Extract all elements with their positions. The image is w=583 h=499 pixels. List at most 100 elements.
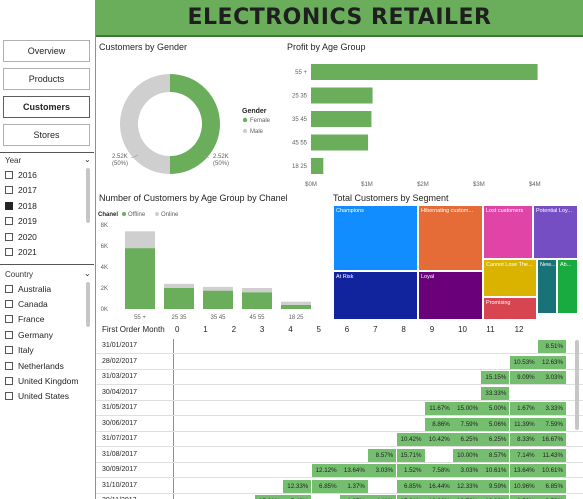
checkbox[interactable] bbox=[5, 330, 13, 339]
channel-bar-online-35-45[interactable] bbox=[203, 286, 233, 291]
matrix-cell[interactable]: 8.86% bbox=[424, 417, 453, 431]
checkbox[interactable] bbox=[5, 186, 13, 194]
treemap-cell-hibernating-custom[interactable]: Hibernating custom... bbox=[418, 205, 483, 271]
checkbox[interactable] bbox=[5, 201, 13, 210]
legend-label-offline[interactable]: Offline bbox=[128, 212, 146, 218]
matrix-cell[interactable]: 10.96% bbox=[481, 495, 510, 499]
channel-bar-online-18-25[interactable] bbox=[281, 301, 311, 305]
matrix-cell[interactable]: 12.63% bbox=[538, 355, 566, 369]
matrix-cell[interactable]: 1.37% bbox=[339, 479, 368, 493]
country-option-germany[interactable]: Germany bbox=[5, 328, 53, 341]
matrix-cell[interactable]: 11.67% bbox=[424, 402, 453, 415]
matrix-cell[interactable]: 15.15% bbox=[481, 371, 510, 384]
year-option-2020[interactable]: 2020 bbox=[5, 230, 37, 243]
matrix-cell[interactable]: 10.00% bbox=[453, 448, 482, 462]
matrix-cell[interactable]: 9.59% bbox=[509, 495, 538, 499]
channel-bar-online-55+[interactable] bbox=[125, 231, 155, 249]
matrix-cell[interactable]: 7.14% bbox=[509, 448, 538, 462]
nav-button-products[interactable]: Products bbox=[3, 68, 90, 90]
matrix-cell[interactable]: 10.61% bbox=[538, 464, 566, 477]
matrix-cell[interactable]: 6.85% bbox=[311, 479, 340, 493]
year-option-2018[interactable]: 2018 bbox=[5, 199, 37, 212]
matrix-cell[interactable]: 7.59% bbox=[538, 417, 566, 431]
matrix-cell[interactable]: 8.51% bbox=[538, 340, 566, 353]
profit-bar-35-45[interactable] bbox=[311, 111, 372, 127]
matrix-cell[interactable]: 3.03% bbox=[453, 464, 482, 477]
matrix-cell[interactable]: 13.70% bbox=[453, 495, 482, 499]
chevron-down-icon[interactable]: ⌄ bbox=[84, 269, 91, 278]
matrix-cell[interactable]: 5.00% bbox=[481, 402, 510, 415]
matrix-cell[interactable]: 3.03% bbox=[368, 464, 397, 477]
matrix-cell[interactable]: 7.58% bbox=[424, 464, 453, 477]
matrix-cell[interactable]: 16.44% bbox=[424, 479, 453, 493]
profit-bar-25-35[interactable] bbox=[311, 87, 373, 104]
matrix-cell[interactable]: 9.59% bbox=[481, 479, 510, 493]
year-option-2016[interactable]: 2016 bbox=[5, 168, 37, 181]
nav-button-overview[interactable]: Overview bbox=[3, 40, 90, 62]
legend-label-male[interactable]: Male bbox=[250, 129, 264, 135]
profit-bar-55+[interactable] bbox=[311, 64, 538, 80]
matrix-cell[interactable]: 6.85% bbox=[396, 479, 425, 493]
checkbox[interactable] bbox=[5, 170, 13, 179]
profit-bar-18-25[interactable] bbox=[311, 158, 324, 174]
matrix-cell[interactable]: 7.59% bbox=[453, 417, 482, 431]
year-option-2021[interactable]: 2021 bbox=[5, 246, 37, 259]
checkbox[interactable] bbox=[5, 217, 13, 225]
matrix-cell[interactable]: 15.00% bbox=[453, 402, 482, 415]
country-option-united-states[interactable]: United States bbox=[5, 390, 69, 403]
legend-label-online[interactable]: Online bbox=[161, 212, 179, 218]
treemap-cell-new[interactable]: New... bbox=[537, 259, 557, 314]
channel-bar-online-25-35[interactable] bbox=[164, 283, 194, 288]
matrix-cell[interactable]: 1.37% bbox=[339, 495, 368, 499]
matrix-cell[interactable]: 6.25% bbox=[453, 433, 482, 446]
profit-bar-45-55[interactable] bbox=[311, 134, 369, 151]
year-option-2019[interactable]: 2019 bbox=[5, 215, 37, 228]
treemap-cell-loyal[interactable]: Loyal bbox=[418, 271, 483, 320]
matrix-cell[interactable]: 5.48% bbox=[283, 495, 312, 499]
matrix-cell[interactable]: 3.33% bbox=[538, 402, 566, 415]
checkbox[interactable] bbox=[5, 315, 13, 324]
matrix-cell[interactable]: 10.42% bbox=[396, 433, 425, 446]
year-slicer-scrollbar[interactable] bbox=[86, 168, 90, 223]
treemap-cell-lost-customers[interactable]: Lost customers bbox=[483, 205, 533, 259]
country-option-netherlands[interactable]: Netherlands bbox=[5, 359, 64, 372]
treemap-cell-promising[interactable]: Promising bbox=[483, 297, 537, 320]
legend-label-female[interactable]: Female bbox=[250, 118, 271, 124]
country-option-italy[interactable]: Italy bbox=[5, 344, 34, 357]
checkbox[interactable] bbox=[5, 284, 13, 293]
matrix-scrollbar[interactable] bbox=[575, 340, 579, 430]
channel-bar-offline-25-35[interactable] bbox=[164, 288, 194, 309]
matrix-cell[interactable]: 17.81% bbox=[396, 495, 425, 499]
matrix-cell[interactable]: 16.67% bbox=[538, 433, 566, 446]
checkbox[interactable] bbox=[5, 361, 13, 370]
matrix-cell[interactable]: 8.57% bbox=[481, 448, 510, 462]
checkbox[interactable] bbox=[5, 346, 13, 355]
treemap-cell-at-risk[interactable]: At Risk bbox=[333, 271, 418, 320]
matrix-cell[interactable]: 15.71% bbox=[396, 448, 425, 462]
matrix-cell[interactable]: 10.96% bbox=[424, 495, 453, 499]
channel-bar-offline-55+[interactable] bbox=[125, 248, 155, 309]
year-option-2017[interactable]: 2017 bbox=[5, 184, 37, 197]
matrix-cell[interactable]: 12.33% bbox=[453, 479, 482, 493]
country-option-australia[interactable]: Australia bbox=[5, 282, 51, 295]
matrix-cell[interactable]: 11.43% bbox=[538, 448, 566, 462]
treemap-cell-cannot-lose-the[interactable]: Cannot Lose The... bbox=[483, 259, 537, 297]
chevron-down-icon[interactable]: ⌄ bbox=[84, 155, 91, 164]
channel-bar-offline-35-45[interactable] bbox=[203, 290, 233, 309]
matrix-cell[interactable]: 5.06% bbox=[481, 417, 510, 431]
channel-bar-online-45-55[interactable] bbox=[242, 288, 272, 293]
channel-bar-offline-18-25[interactable] bbox=[281, 304, 311, 309]
matrix-cell[interactable]: 6.85% bbox=[538, 479, 566, 493]
nav-button-customers[interactable]: Customers bbox=[3, 96, 90, 118]
matrix-cell[interactable]: 12.12% bbox=[311, 464, 340, 477]
treemap-cell-champions[interactable]: Champions bbox=[333, 205, 418, 271]
checkbox[interactable] bbox=[5, 392, 13, 401]
matrix-cell[interactable]: 1.67% bbox=[509, 402, 538, 415]
matrix-cell[interactable]: 8.57% bbox=[368, 448, 397, 462]
matrix-cell[interactable]: 13.64% bbox=[339, 464, 368, 477]
matrix-cell[interactable]: 11.39% bbox=[509, 417, 538, 431]
matrix-cell[interactable]: 12.33% bbox=[283, 479, 312, 493]
matrix-cell[interactable]: 10.42% bbox=[424, 433, 453, 446]
matrix-cell[interactable]: 13.64% bbox=[509, 464, 538, 477]
matrix-cell[interactable]: 33.33% bbox=[481, 386, 510, 400]
